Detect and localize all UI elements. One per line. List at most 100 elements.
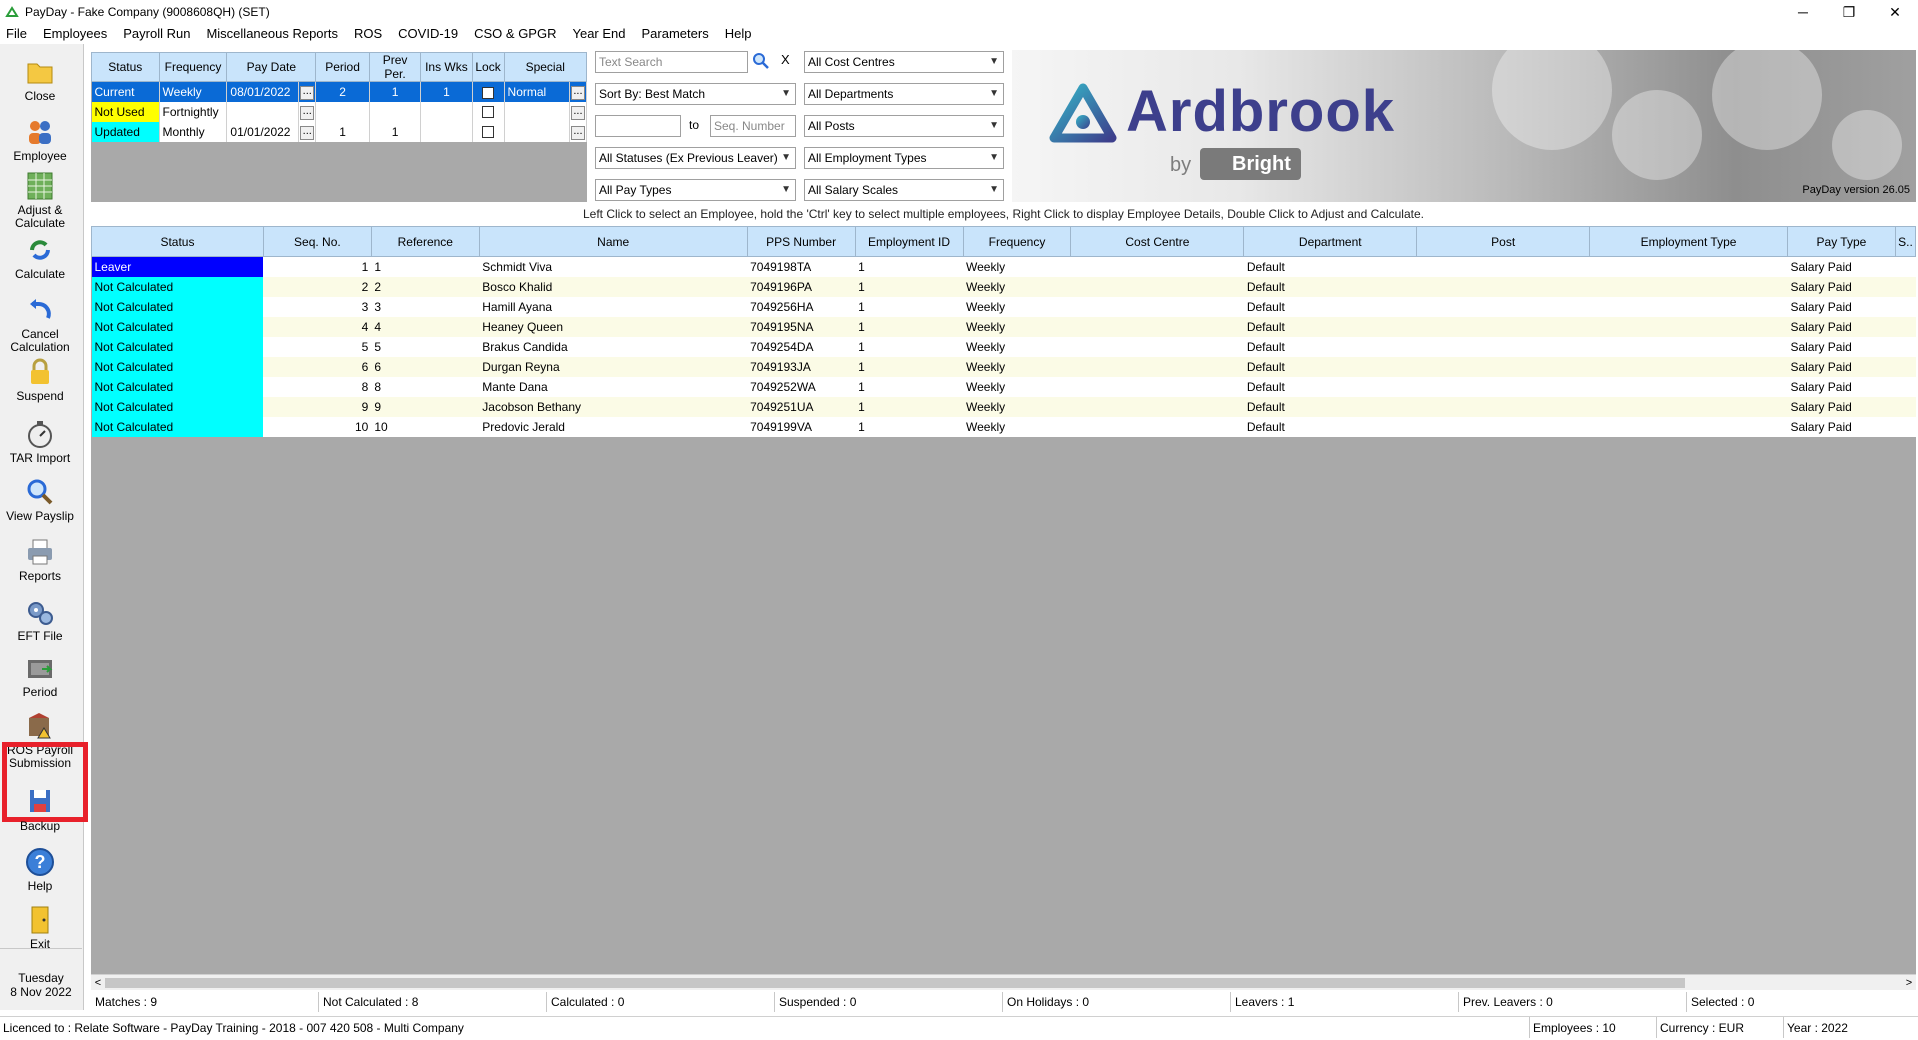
col-special[interactable]: Special [503, 52, 588, 82]
col-header-reference[interactable]: Reference [370, 226, 480, 257]
table-row[interactable]: Not Calculated 3 3 Hamill Ayana 7049256HA 1 We… [91, 296, 1916, 317]
col-pay-date[interactable]: Pay Date [226, 52, 317, 82]
exit-tool-button[interactable]: Exit [0, 904, 80, 951]
col-prev-per[interactable]: Prev Per. [368, 52, 422, 82]
suspend-tool-button[interactable]: Suspend [0, 356, 80, 403]
col-lock[interactable]: Lock [471, 52, 505, 82]
menu-cso-gpgr[interactable]: CSO & GPGR [466, 24, 564, 44]
period-prev[interactable]: 1 [369, 121, 422, 142]
salary-scale-filter-dropdown[interactable]: All Salary Scales ▼ [804, 179, 1004, 201]
col-header-s[interactable]: S.. [1894, 226, 1917, 257]
restore-button[interactable]: ❐ [1826, 0, 1872, 24]
pay-date-picker-button[interactable]: ... [300, 86, 315, 101]
period-row-fortnightly[interactable]: Not Used Fortnightly ... ... [91, 101, 588, 122]
menu-employees[interactable]: Employees [35, 24, 115, 44]
col-period[interactable]: Period [315, 52, 370, 82]
period-pay-date[interactable]: 08/01/2022 [226, 81, 300, 102]
special-picker-button[interactable]: ... [570, 106, 585, 120]
period-ins-wks[interactable] [420, 101, 473, 122]
lock-checkbox[interactable] [482, 86, 495, 99]
table-row[interactable]: Not Calculated 6 6 Durgan Reyna 7049193JA 1 We… [91, 356, 1916, 377]
employee-tool-button[interactable]: Employee [0, 116, 80, 163]
lock-checkbox[interactable] [482, 126, 495, 139]
reports-tool-button[interactable]: Reports [0, 536, 80, 583]
table-row[interactable]: Not Calculated 2 2 Bosco Khalid 7049196PA 1 We… [91, 276, 1916, 297]
menu-covid[interactable]: COVID-19 [390, 24, 466, 44]
period-ins-wks[interactable] [420, 121, 473, 142]
pay-date-picker-button[interactable]: ... [300, 106, 315, 120]
seq-number-input[interactable]: Seq. Number [710, 115, 796, 137]
backup-tool-button[interactable]: Backup [0, 786, 80, 833]
period-special[interactable]: Normal [504, 81, 570, 102]
menu-misc-reports[interactable]: Miscellaneous Reports [198, 24, 346, 44]
menu-parameters[interactable]: Parameters [634, 24, 717, 44]
period-pay-date[interactable]: 01/01/2022 [226, 121, 300, 142]
special-picker-button[interactable]: ... [570, 126, 585, 140]
text-search-input[interactable]: Text Search [595, 51, 748, 73]
scroll-left-arrow[interactable]: < [91, 975, 105, 991]
table-row[interactable]: Not Calculated 10 10 Predovic Jerald 7049199… [91, 416, 1916, 437]
close-window-button[interactable]: ✕ [1872, 0, 1918, 24]
seq-from-input[interactable] [595, 115, 681, 137]
table-row[interactable]: Not Calculated 8 8 Mante Dana 7049252WA 1 Week… [91, 376, 1916, 397]
menu-year-end[interactable]: Year End [564, 24, 633, 44]
help-tool-button[interactable]: ? Help [0, 846, 80, 893]
minimize-button[interactable]: ─ [1780, 0, 1826, 24]
col-header-department[interactable]: Department [1243, 226, 1418, 257]
clear-search-button[interactable]: X [781, 52, 790, 67]
cost-centre-filter-dropdown[interactable]: All Cost Centres ▼ [804, 51, 1004, 73]
status-filter-dropdown[interactable]: All Statuses (Ex Previous Leaver) ▼ [595, 147, 796, 169]
close-tool-button[interactable]: Close [0, 56, 80, 103]
adjust-calculate-tool-button[interactable]: Adjust & Calculate [0, 170, 80, 230]
lock-checkbox[interactable] [482, 106, 495, 119]
col-header-frequency[interactable]: Frequency [962, 226, 1072, 257]
table-row[interactable]: Leaver 1 1 Schmidt Viva 7049198TA 1 Weekly Defa… [91, 256, 1916, 277]
col-ins-wks[interactable]: Ins Wks [420, 52, 473, 82]
view-payslip-tool-button[interactable]: View Payslip [0, 476, 80, 523]
pay-date-picker-button[interactable]: ... [300, 126, 315, 140]
col-header-employment-type[interactable]: Employment Type [1589, 226, 1788, 257]
period-number[interactable]: 1 [315, 121, 370, 142]
period-row-weekly[interactable]: Current Weekly 08/01/2022 ... 2 1 1 Norm… [91, 81, 588, 102]
scroll-right-arrow[interactable]: > [1902, 975, 1916, 991]
col-header-employment-id[interactable]: Employment ID [854, 226, 964, 257]
period-row-monthly[interactable]: Updated Monthly 01/01/2022 ... 1 1 ... [91, 121, 588, 142]
cancel-calculation-tool-button[interactable]: Cancel Calculation [0, 294, 80, 354]
col-header-pps-number[interactable]: PPS Number [746, 226, 856, 257]
scrollbar-thumb[interactable] [105, 978, 1685, 988]
calculate-tool-button[interactable]: Calculate [0, 234, 80, 281]
sort-by-dropdown[interactable]: Sort By: Best Match ▼ [595, 83, 796, 105]
col-header-status[interactable]: Status [91, 226, 264, 257]
menu-file[interactable]: File [0, 24, 35, 44]
col-header-seq-no[interactable]: Seq. No. [262, 226, 372, 257]
table-row[interactable]: Not Calculated 4 4 Heaney Queen 7049195NA 1 We… [91, 316, 1916, 337]
table-row[interactable]: Not Calculated 9 9 Jacobson Bethany 7049251U… [91, 396, 1916, 417]
department-filter-dropdown[interactable]: All Departments ▼ [804, 83, 1004, 105]
menu-ros[interactable]: ROS [346, 24, 390, 44]
period-tool-button[interactable]: Period [0, 652, 80, 699]
special-picker-button[interactable]: ... [570, 86, 585, 101]
col-header-post[interactable]: Post [1416, 226, 1591, 257]
col-header-cost-centre[interactable]: Cost Centre [1070, 226, 1245, 257]
period-pay-date[interactable] [226, 101, 300, 122]
table-row[interactable]: Not Calculated 5 5 Brakus Candida 7049254DA 1… [91, 336, 1916, 357]
pay-type-filter-dropdown[interactable]: All Pay Types ▼ [595, 179, 796, 201]
eft-file-tool-button[interactable]: EFT File [0, 596, 80, 643]
period-ins-wks[interactable]: 1 [420, 81, 473, 102]
menu-help[interactable]: Help [717, 24, 760, 44]
horizontal-scrollbar[interactable]: < > [91, 974, 1916, 990]
col-status[interactable]: Status [91, 52, 160, 82]
col-header-pay-type[interactable]: Pay Type [1786, 226, 1896, 257]
period-special[interactable] [504, 101, 570, 122]
employment-type-filter-dropdown[interactable]: All Employment Types ▼ [804, 147, 1004, 169]
period-number[interactable]: 2 [315, 81, 370, 102]
search-icon[interactable] [752, 52, 770, 70]
post-filter-dropdown[interactable]: All Posts ▼ [804, 115, 1004, 137]
tar-import-tool-button[interactable]: TAR Import [0, 418, 80, 465]
col-header-name[interactable]: Name [478, 226, 748, 257]
period-prev[interactable]: 1 [369, 81, 422, 102]
period-prev[interactable] [369, 101, 422, 122]
period-number[interactable] [315, 101, 370, 122]
period-special[interactable] [504, 121, 570, 142]
menu-payroll-run[interactable]: Payroll Run [115, 24, 198, 44]
